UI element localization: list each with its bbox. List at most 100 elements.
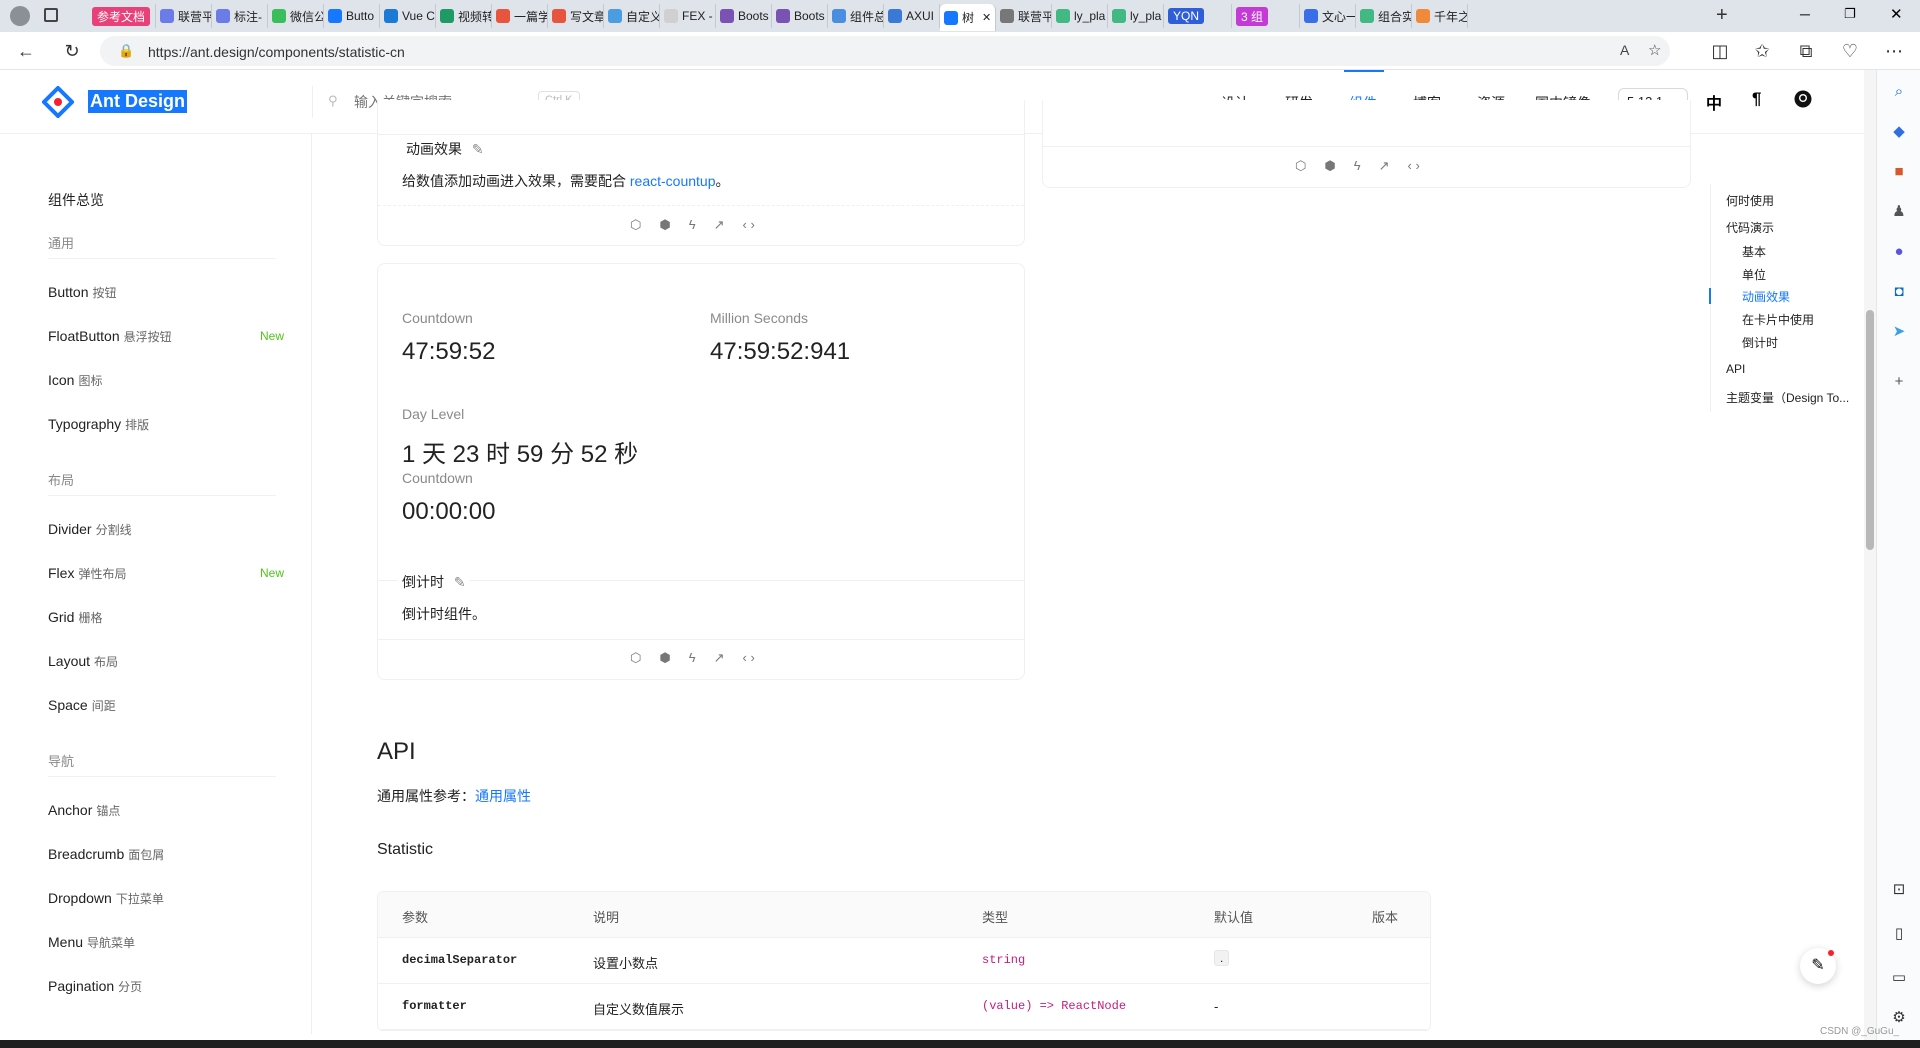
new-tab-button[interactable]: + <box>1716 4 1728 27</box>
language-switch-icon[interactable]: 中 <box>1706 90 1722 114</box>
browser-tab[interactable]: 树 ✕ <box>940 4 996 31</box>
toc-item[interactable]: API <box>1726 362 1745 376</box>
refresh-icon[interactable]: ↻ <box>60 39 84 63</box>
collections-icon[interactable]: ⧉ <box>1794 39 1818 63</box>
browser-tab[interactable]: 自定义 <box>604 4 660 28</box>
toc-item[interactable]: 基本 <box>1742 243 1766 260</box>
codepen-icon[interactable]: ⬢ <box>1324 158 1335 174</box>
scroll-thumb[interactable] <box>1866 310 1874 550</box>
games-icon[interactable]: ♟ <box>1889 202 1909 222</box>
tab-actions-icon[interactable] <box>44 8 58 22</box>
sidebar-item-overview[interactable]: 组件总览 <box>48 190 104 210</box>
browser-tab[interactable]: 联营平 <box>996 4 1052 28</box>
sidebar-toggle-icon[interactable]: ▯ <box>1889 924 1909 944</box>
browser-tab[interactable]: AXUI <box>884 4 940 28</box>
close-window-icon[interactable]: ✕ <box>1890 5 1903 23</box>
split-screen-icon[interactable]: ◫ <box>1708 39 1732 63</box>
ant-design-logo-icon[interactable] <box>42 86 74 118</box>
toc-item[interactable]: 倒计时 <box>1742 334 1778 351</box>
browser-tab[interactable]: 参考文档 <box>88 4 156 28</box>
react-countup-link[interactable]: react-countup <box>630 173 716 189</box>
browser-tab[interactable]: 一篇学 <box>492 4 548 28</box>
toc-item[interactable]: 动画效果 <box>1742 288 1790 305</box>
browser-tab[interactable]: 联营平 <box>156 4 212 28</box>
sidebar-item-menu[interactable]: Menu 导航菜单 <box>48 934 135 951</box>
codesandbox-icon[interactable]: ⬡ <box>630 217 641 233</box>
browser-tab[interactable]: 微信公 <box>268 4 324 28</box>
open-external-icon[interactable]: ↗ <box>714 650 725 666</box>
browser-tab[interactable]: 视频转 <box>436 4 492 28</box>
close-tab-icon[interactable]: ✕ <box>982 11 991 24</box>
sidebar-item-floatbutton[interactable]: FloatButton 悬浮按钮 <box>48 328 172 345</box>
restore-icon[interactable]: ❐ <box>1844 6 1856 22</box>
toc-item[interactable]: 单位 <box>1742 266 1766 283</box>
codesandbox-icon[interactable]: ⬡ <box>1295 158 1306 174</box>
profile-icon[interactable] <box>10 6 30 26</box>
browser-tab[interactable]: 写文章 <box>548 4 604 28</box>
settings-icon[interactable]: ⚙ <box>1889 1008 1909 1028</box>
screenshot-icon[interactable]: ⊡ <box>1889 880 1909 900</box>
outlook-icon[interactable]: ◘ <box>1889 282 1909 302</box>
favorite-icon[interactable]: ☆ <box>1648 41 1661 59</box>
common-props-link[interactable]: 通用属性 <box>475 788 531 804</box>
open-external-icon[interactable]: ↗ <box>714 217 725 233</box>
sidebar-item-button[interactable]: Button 按钮 <box>48 284 117 301</box>
page-scrollbar[interactable] <box>1864 70 1876 1040</box>
sidebar-item-typography[interactable]: Typography 排版 <box>48 416 149 433</box>
edit-icon[interactable]: ✎ <box>454 574 466 590</box>
browser-tab[interactable]: ly_pla <box>1108 4 1164 28</box>
tag-icon[interactable]: ◆ <box>1889 122 1909 142</box>
sidebar-item-space[interactable]: Space 间距 <box>48 697 116 714</box>
browser-tab[interactable]: Boots <box>716 4 772 28</box>
browser-tab[interactable]: YQN <box>1164 4 1232 28</box>
stackblitz-icon[interactable]: ϟ <box>689 650 696 666</box>
minimize-icon[interactable]: ─ <box>1800 6 1810 22</box>
url-field[interactable]: 🔒 https://ant.design/components/statisti… <box>100 36 1670 66</box>
feedback-icon[interactable]: ▭ <box>1889 968 1909 988</box>
codepen-icon[interactable]: ⬢ <box>659 650 670 666</box>
browser-tab[interactable]: Vue C <box>380 4 436 28</box>
toc-item[interactable]: 何时使用 <box>1726 192 1774 209</box>
sidebar-item-pagination[interactable]: Pagination 分页 <box>48 978 142 995</box>
sidebar-item-anchor[interactable]: Anchor 锚点 <box>48 802 120 819</box>
open-external-icon[interactable]: ↗ <box>1379 158 1390 174</box>
github-icon[interactable] <box>1794 90 1812 108</box>
sidebar-item-breadcrumb[interactable]: Breadcrumb 面包屑 <box>48 846 164 863</box>
codesandbox-icon[interactable]: ⬡ <box>630 650 641 666</box>
more-icon[interactable]: ⋯ <box>1882 39 1906 63</box>
show-code-icon[interactable]: ‹ › <box>1408 158 1420 174</box>
direction-switch-icon[interactable]: ¶ <box>1752 89 1761 109</box>
back-icon[interactable]: ← <box>14 39 38 63</box>
stackblitz-icon[interactable]: ϟ <box>689 217 696 233</box>
edit-icon[interactable]: ✎ <box>472 141 484 157</box>
browser-tab[interactable]: Boots <box>772 4 828 28</box>
browser-tab[interactable]: 组件总 <box>828 4 884 28</box>
add-icon[interactable]: + <box>1889 372 1909 392</box>
browser-tab[interactable]: 标注- <box>212 4 268 28</box>
logo-text[interactable]: Ant Design <box>88 90 188 113</box>
favorites-icon[interactable]: ✩ <box>1750 39 1774 63</box>
sidebar-item-dropdown[interactable]: Dropdown 下拉菜单 <box>48 890 164 907</box>
sidebar-item-layout[interactable]: Layout 布局 <box>48 653 118 670</box>
show-code-icon[interactable]: ‹ › <box>743 650 755 666</box>
extensions-icon[interactable]: ♡ <box>1838 39 1862 63</box>
browser-tab[interactable]: 组合实 <box>1356 4 1412 28</box>
browser-tab[interactable]: 文心一 <box>1300 4 1356 28</box>
browser-tab[interactable]: Butto <box>324 4 380 28</box>
browser-tab[interactable]: 3 组 <box>1232 4 1300 28</box>
sidebar-item-icon[interactable]: Icon 图标 <box>48 372 102 389</box>
codepen-icon[interactable]: ⬢ <box>659 217 670 233</box>
office-icon[interactable]: ● <box>1889 242 1909 262</box>
browser-tab[interactable]: FEX - <box>660 4 716 28</box>
sidebar-item-flex[interactable]: Flex 弹性布局 <box>48 565 126 582</box>
browser-tab[interactable]: 千年之 <box>1412 4 1468 28</box>
search-icon[interactable]: ⌕ <box>1889 82 1909 102</box>
sidebar-item-grid[interactable]: Grid 栅格 <box>48 609 102 626</box>
browser-tab[interactable]: ly_pla <box>1052 4 1108 28</box>
toc-item[interactable]: 在卡片中使用 <box>1742 311 1814 328</box>
read-aloud-icon[interactable]: A <box>1620 42 1629 58</box>
briefcase-icon[interactable]: ■ <box>1889 162 1909 182</box>
stackblitz-icon[interactable]: ϟ <box>1354 158 1361 174</box>
toc-item[interactable]: 代码演示 <box>1726 219 1774 236</box>
show-code-icon[interactable]: ‹ › <box>743 217 755 233</box>
